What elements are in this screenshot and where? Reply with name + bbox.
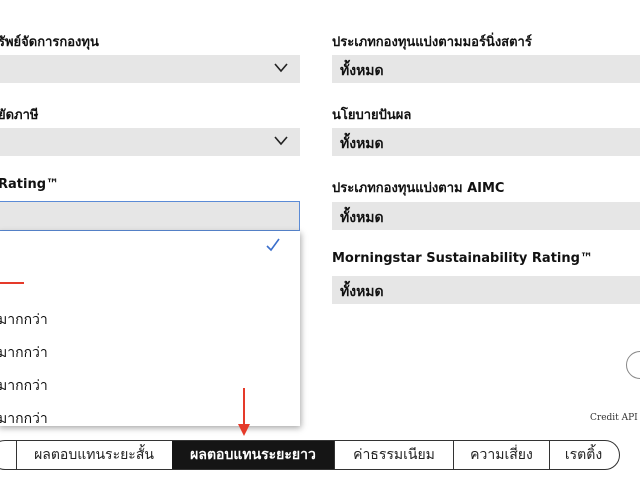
annotation-marker <box>0 282 24 284</box>
chevron-down-icon <box>274 136 288 146</box>
aimc-category-select[interactable]: ทั้งหมด <box>332 202 640 230</box>
sustainability-rating-value: ทั้งหมด <box>340 284 384 300</box>
dropdown-option[interactable]: มากกว่า <box>0 336 288 368</box>
sustainability-rating-label: Morningstar Sustainability Rating™ <box>332 251 593 266</box>
dropdown-option[interactable] <box>0 264 288 296</box>
toggle-button[interactable] <box>626 351 640 379</box>
rating-label: Rating™ <box>0 177 60 192</box>
credit-text: Credit API K <box>590 413 640 423</box>
tab-short-term-return[interactable]: ผลตอบแทนระยะสั้น <box>16 441 172 469</box>
sustainability-rating-select[interactable]: ทั้งหมด <box>332 276 640 304</box>
morningstar-category-value: ทั้งหมด <box>340 63 384 79</box>
dropdown-option-label: มากกว่า <box>0 345 48 361</box>
morningstar-category-label: ประเภทกองทุนแบ่งตามมอร์นิ่งสตาร์ <box>332 35 532 50</box>
morningstar-category-select[interactable]: ทั้งหมด <box>332 55 640 83</box>
dropdown-option-label: มากกว่า <box>0 312 48 328</box>
chevron-down-icon <box>274 63 288 73</box>
dropdown-option[interactable]: มากกว่า <box>0 303 288 335</box>
tab-divider <box>16 441 17 469</box>
rating-select[interactable] <box>0 201 300 231</box>
aimc-category-value: ทั้งหมด <box>340 210 384 226</box>
arrow-down-icon <box>238 388 250 436</box>
tax-benefit-select[interactable] <box>0 128 300 156</box>
tax-benefit-label: ยัดภาษี <box>0 108 39 123</box>
tab-rating[interactable]: เรตติ้ง <box>549 441 617 469</box>
fund-company-select[interactable] <box>0 55 300 83</box>
tab-risk[interactable]: ความเสี่ยง <box>453 441 549 469</box>
dividend-policy-select[interactable]: ทั้งหมด <box>332 128 640 156</box>
tab-fees[interactable]: ค่าธรรมเนียม <box>334 441 453 469</box>
dropdown-option-label: มากกว่า <box>0 378 48 394</box>
check-icon <box>266 238 280 252</box>
fund-company-label: รัพย์จัดการกองทุน <box>0 35 99 50</box>
dropdown-option-selected[interactable] <box>0 231 288 263</box>
aimc-category-label: ประเภทกองทุนแบ่งตาม AIMC <box>332 181 505 196</box>
tab-long-term-return[interactable]: ผลตอบแทนระยะยาว <box>172 441 334 469</box>
dropdown-option-label: มากกว่า <box>0 411 48 426</box>
dividend-policy-value: ทั้งหมด <box>340 136 384 152</box>
rating-dropdown-list: มากกว่า มากกว่า มากกว่า มากกว่า <box>0 231 300 426</box>
dividend-policy-label: นโยบายปันผล <box>332 108 412 123</box>
